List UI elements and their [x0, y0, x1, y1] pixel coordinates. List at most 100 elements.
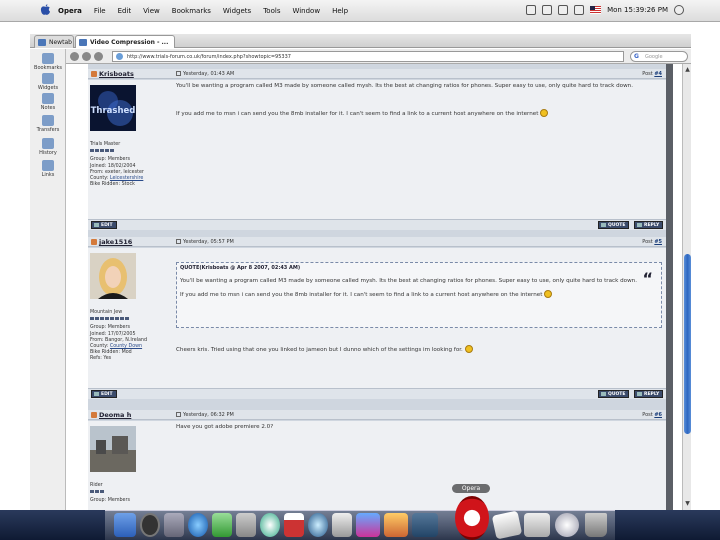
- menu-widgets[interactable]: Widgets: [223, 7, 251, 15]
- edit-button[interactable]: EDIT: [91, 221, 117, 229]
- airport-icon[interactable]: [558, 5, 569, 15]
- vertical-scrollbar[interactable]: ▲ ▼: [682, 64, 691, 510]
- menu-bar: Opera File Edit View Bookmarks Widgets T…: [0, 0, 720, 22]
- post-date: Yesterday, 05:57 PM: [176, 239, 234, 245]
- menu-window[interactable]: Window: [292, 7, 320, 15]
- forum-post: Deoma h Yesterday, 06:32 PM Post #6 Ride…: [88, 410, 666, 510]
- itunes-icon[interactable]: [260, 513, 280, 537]
- county-link[interactable]: County Down: [110, 344, 142, 349]
- tab-newtab[interactable]: Newtab: [34, 35, 74, 48]
- offline-status-icon: [91, 412, 97, 418]
- trash-icon[interactable]: [585, 513, 607, 537]
- panel-notes[interactable]: Notes: [30, 93, 66, 111]
- panel-label: Widgets: [37, 85, 59, 91]
- mail-stamp-icon[interactable]: [555, 513, 579, 537]
- menubar-clock[interactable]: Mon 15:39:26 PM: [607, 6, 668, 14]
- app-icon[interactable]: [384, 513, 408, 537]
- post-footer: EDIT QUOTE REPLY: [88, 219, 666, 230]
- reply-button[interactable]: REPLY: [634, 390, 664, 398]
- iphoto-icon[interactable]: [412, 513, 438, 537]
- page-edge: [666, 64, 673, 510]
- volume-icon[interactable]: [574, 5, 585, 15]
- mail-icon[interactable]: [164, 513, 184, 537]
- quicktime-icon[interactable]: [308, 513, 328, 537]
- panel-widgets[interactable]: Widgets: [30, 73, 66, 91]
- ical-icon[interactable]: [284, 513, 304, 537]
- post-date: Yesterday, 06:32 PM: [176, 412, 234, 418]
- post-header: Krisboats Yesterday, 01:43 AM Post #4: [88, 69, 666, 79]
- scroll-up-icon[interactable]: ▲: [684, 66, 691, 73]
- menu-tools[interactable]: Tools: [263, 7, 280, 15]
- tab-video-compression[interactable]: Video Compression - ...: [75, 35, 175, 48]
- search-field[interactable]: G Google: [630, 51, 688, 62]
- quote-text: You'll be wanting a program called M3 ma…: [180, 278, 637, 298]
- panel-history[interactable]: History: [30, 138, 66, 156]
- dashboard-icon[interactable]: [140, 513, 160, 537]
- avatar: [90, 426, 136, 472]
- county-link[interactable]: Leicestershire: [110, 176, 143, 181]
- post-number[interactable]: Post #5: [642, 239, 662, 245]
- opera-icon[interactable]: [455, 496, 489, 540]
- post-message: If you add me to msn i can send you the …: [176, 109, 660, 118]
- sync-icon[interactable]: [526, 5, 537, 15]
- quote-header: QUOTE(Krisboats @ Apr 8 2007, 02:43 AM): [180, 265, 301, 271]
- scroll-thumb[interactable]: [684, 254, 691, 434]
- panel-bookmarks[interactable]: Bookmarks: [30, 53, 66, 71]
- user-info: Thrashed Trials Master Group: Members Jo…: [88, 80, 172, 188]
- document-icon[interactable]: [524, 513, 550, 537]
- apple-menu-icon[interactable]: [40, 4, 51, 16]
- menu-view[interactable]: View: [143, 7, 160, 15]
- quote-button[interactable]: QUOTE: [598, 221, 630, 229]
- menu-bookmarks[interactable]: Bookmarks: [172, 7, 211, 15]
- post-number[interactable]: Post #6: [642, 412, 662, 418]
- reply-button[interactable]: REPLY: [634, 221, 664, 229]
- edit-button[interactable]: EDIT: [91, 390, 117, 398]
- finder-icon[interactable]: [114, 513, 136, 537]
- photos-icon[interactable]: [356, 513, 380, 537]
- post-author[interactable]: Krisboats: [91, 70, 134, 78]
- panel-links[interactable]: Links: [30, 160, 66, 178]
- smiley-icon: [544, 290, 553, 298]
- member-refs: Refs: Yes: [90, 356, 112, 362]
- forward-icon[interactable]: [82, 52, 91, 61]
- addressbook-icon[interactable]: [236, 513, 256, 537]
- spotlight-icon[interactable]: [674, 5, 684, 15]
- post-header: jake1516 Yesterday, 05:57 PM Post #5: [88, 237, 666, 247]
- menu-opera[interactable]: Opera: [58, 7, 82, 15]
- back-icon[interactable]: [70, 52, 79, 61]
- post-message: Cheers kris. Tried using that one you li…: [176, 345, 660, 354]
- rank-pips: [90, 317, 172, 321]
- bluetooth-icon[interactable]: [542, 5, 553, 15]
- scroll-down-icon[interactable]: ▼: [684, 500, 691, 507]
- tab-label: Video Compression - ...: [90, 39, 169, 46]
- dock-tooltip: Opera: [452, 484, 490, 493]
- page-icon: [79, 39, 87, 46]
- panel-transfers[interactable]: Transfers: [30, 115, 66, 133]
- preview-icon[interactable]: [332, 513, 352, 537]
- panel-label: History: [39, 150, 57, 156]
- user-info: Rider Group: Members: [88, 421, 172, 505]
- offline-status-icon: [91, 239, 97, 245]
- post-footer: EDIT QUOTE REPLY: [88, 388, 666, 399]
- post-number[interactable]: Post #4: [642, 71, 662, 77]
- post-author[interactable]: jake1516: [91, 238, 132, 246]
- menu-help[interactable]: Help: [332, 7, 348, 15]
- post-icon: [176, 412, 181, 417]
- member-title: Mountain Jew: [90, 310, 123, 316]
- panel-label: Notes: [40, 105, 56, 111]
- menu-file[interactable]: File: [94, 7, 106, 15]
- ichat-icon[interactable]: [212, 513, 232, 537]
- post-message: Have you got adobe premiere 2.0?: [176, 424, 274, 430]
- safari-icon[interactable]: [188, 513, 208, 537]
- post-author[interactable]: Deoma h: [91, 411, 131, 419]
- reload-icon[interactable]: [94, 52, 103, 61]
- post-icon: [176, 71, 181, 76]
- bookmarks-icon: [42, 53, 54, 64]
- address-field[interactable]: http://www.trials-forum.co.uk/forum/inde…: [112, 51, 624, 62]
- menu-edit[interactable]: Edit: [118, 7, 132, 15]
- rank-pips: [90, 149, 172, 153]
- us-flag-icon[interactable]: [590, 6, 602, 14]
- member-bike: Bike Ridden: Stock: [90, 182, 135, 188]
- links-icon: [42, 160, 54, 171]
- quote-button[interactable]: QUOTE: [598, 390, 630, 398]
